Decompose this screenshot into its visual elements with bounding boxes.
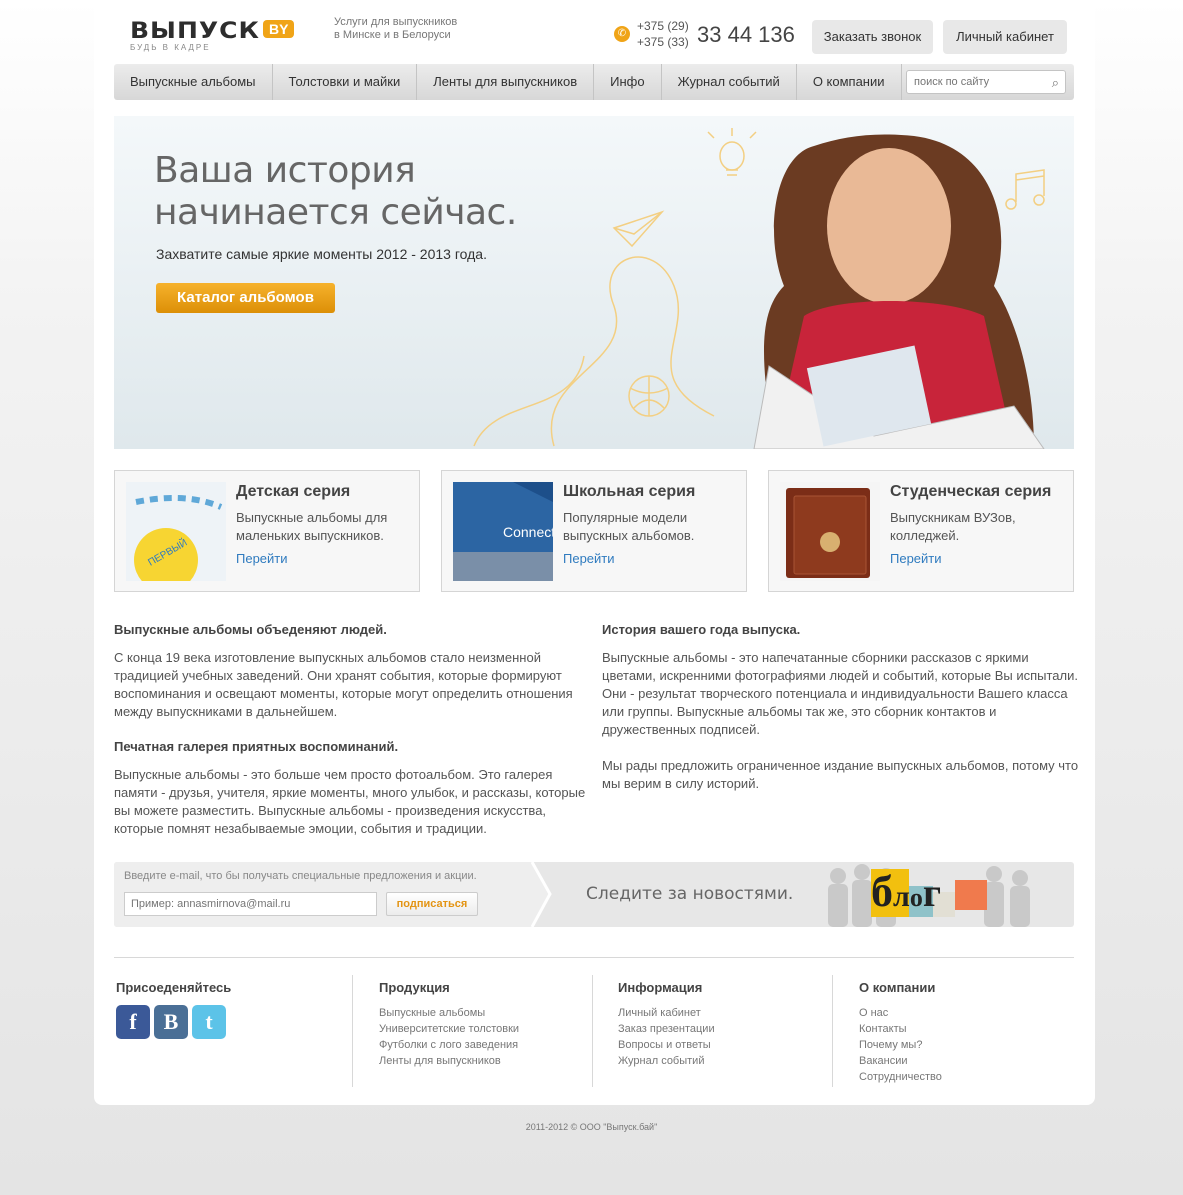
logo-badge: BY [262,20,295,38]
hero-title: Ваша история начинается сейчас. [154,150,517,233]
footer-divider [114,957,1074,958]
nav-item-events[interactable]: Журнал событий [662,64,797,100]
footer-social: Присоеденяйтесь f B t [116,975,346,1087]
blog-letter: о [909,883,923,912]
article-right: История вашего года выпуска. Выпускные а… [602,622,1080,811]
logo-text: ВЫПУСК [130,17,260,44]
email-field[interactable] [124,892,377,916]
footer-link[interactable]: Журнал событий [618,1053,828,1069]
girl-photo [753,134,1045,449]
page-container: ВЫПУСК BY БУДЬ В КАДРЕ Услуги для выпускн… [94,0,1095,1105]
footer-link[interactable]: Сотрудничество [859,1069,1069,1085]
logo-slogan: БУДЬ В КАДРЕ [130,43,211,52]
footer-link[interactable]: Ленты для выпускников [379,1053,589,1069]
blog-logo[interactable]: блог [871,866,941,924]
nav-item-about[interactable]: О компании [797,64,902,100]
nav-item-ribbons[interactable]: Ленты для выпускников [417,64,595,100]
footer-link[interactable]: Вакансии [859,1053,1069,1069]
logo[interactable]: ВЫПУСК BY БУДЬ В КАДРЕ [130,16,295,52]
footer-separator [592,975,593,1087]
phone-icon: ✆ [614,26,630,42]
subscribe-hint: Введите e-mail, что бы получать специаль… [124,870,477,882]
tagline-line: Услуги для выпускников [334,16,458,28]
search-input[interactable] [907,71,1037,93]
card-text: Популярные модели выпускных альбомов. [563,510,695,543]
vkontakte-icon[interactable]: B [154,1005,188,1039]
article-left: Выпускные альбомы объеденяют людей. С ко… [114,622,592,856]
footer-heading: О компании [859,980,936,995]
card-link[interactable]: Перейти [890,551,942,566]
blog-letter: л [893,880,910,913]
article-text: Выпускные альбомы - это напечатанные сбо… [602,650,1078,737]
card-link[interactable]: Перейти [236,551,288,566]
article-text: С конца 19 века изготовление выпускных а… [114,650,573,719]
phone-codes: +375 (29) +375 (33) [637,18,689,50]
footer-products: Продукция Выпускные альбомы Университетс… [379,975,589,1087]
call-request-button[interactable]: Заказать звонок [812,20,933,54]
account-button[interactable]: Личный кабинет [943,20,1067,54]
series-card-student[interactable]: Студенческая серия Выпускникам ВУЗов, ко… [768,470,1074,592]
main-nav: Выпускные альбомы Толстовки и майки Лент… [114,64,1074,100]
header-tagline: Услуги для выпускников в Минске и в Бело… [334,16,457,42]
article-heading: Печатная галерея приятных воспоминаний. [114,739,399,754]
footer-link[interactable]: Личный кабинет [618,1005,828,1021]
search-icon[interactable]: ⌕ [1052,75,1059,91]
footer-separator [832,975,833,1087]
hero-banner: Ваша история начинается сейчас. Захватит… [114,116,1074,449]
article-heading: История вашего года выпуска. [602,622,801,637]
blog-letter: г [922,870,942,915]
series-card-school[interactable]: Connect Школьная серия Популярные модели… [441,470,747,592]
card-title: Студенческая серия [890,483,1052,500]
search-box: ⌕ [906,70,1066,94]
svg-text:Connect: Connect [503,524,553,540]
copyright: 2011-2012 © ООО "Выпуск.бай" [525,1122,658,1132]
facebook-icon[interactable]: f [116,1005,150,1039]
blog-letter: б [871,867,893,916]
school-album-thumb: Connect [453,482,553,581]
twitter-icon[interactable]: t [192,1005,226,1039]
nav-item-albums[interactable]: Выпускные альбомы [114,64,273,100]
footer-link[interactable]: Университетские толстовки [379,1021,589,1037]
hero-subtitle: Захватите самые яркие моменты 2012 - 201… [156,246,487,262]
card-title: Школьная серия [563,483,696,500]
footer-heading: Присоеденяйтесь [116,980,232,995]
footer-link[interactable]: Заказ презентации [618,1021,828,1037]
phone-code: +375 (33) [637,35,689,49]
catalog-button[interactable]: Каталог альбомов [156,283,335,313]
footer-link[interactable]: Выпускные альбомы [379,1005,589,1021]
footer-link[interactable]: О нас [859,1005,1069,1021]
footer-link[interactable]: Футболки с лого заведения [379,1037,589,1053]
footer-link[interactable]: Вопросы и ответы [618,1037,828,1053]
article-text: Выпускные альбомы - это больше чем прост… [114,767,586,836]
footer-link[interactable]: Почему мы? [859,1037,1069,1053]
phone-number: 33 44 136 [697,22,795,47]
card-text: Выпускные альбомы для маленьких выпускни… [236,510,388,543]
card-title: Детская серия [236,483,351,500]
footer-info: Информация Личный кабинет Заказ презента… [618,975,828,1087]
card-text: Выпускникам ВУЗов, колледжей. [890,510,1016,543]
footer-link[interactable]: Контакты [859,1021,1069,1037]
footer-company: О компании О нас Контакты Почему мы? Вак… [859,975,1069,1087]
article-text: Мы рады предложить ограниченное издание … [602,758,1079,791]
series-card-kids[interactable]: ПЕРВЫЙ Детская серия Выпускные альбомы д… [114,470,420,592]
tagline-line: в Минске и в Белоруси [334,29,451,41]
article-heading: Выпускные альбомы объеденяют людей. [114,622,387,637]
footer-separator [352,975,353,1087]
kids-album-thumb: ПЕРВЫЙ [126,482,226,581]
footer-heading: Информация [618,980,703,995]
social-links: f B t [116,1005,346,1039]
footer-heading: Продукция [379,980,450,995]
nav-item-hoodies[interactable]: Толстовки и майки [273,64,418,100]
subscribe-button[interactable]: подписаться [386,892,478,916]
card-link[interactable]: Перейти [563,551,615,566]
nav-item-info[interactable]: Инфо [594,64,662,100]
news-heading: Следите за новостями. [586,884,794,904]
subscribe-bar: блог Введите e-mail, что бы получать спе… [114,862,1074,927]
student-album-thumb [780,482,880,581]
phone-code: +375 (29) [637,19,689,33]
